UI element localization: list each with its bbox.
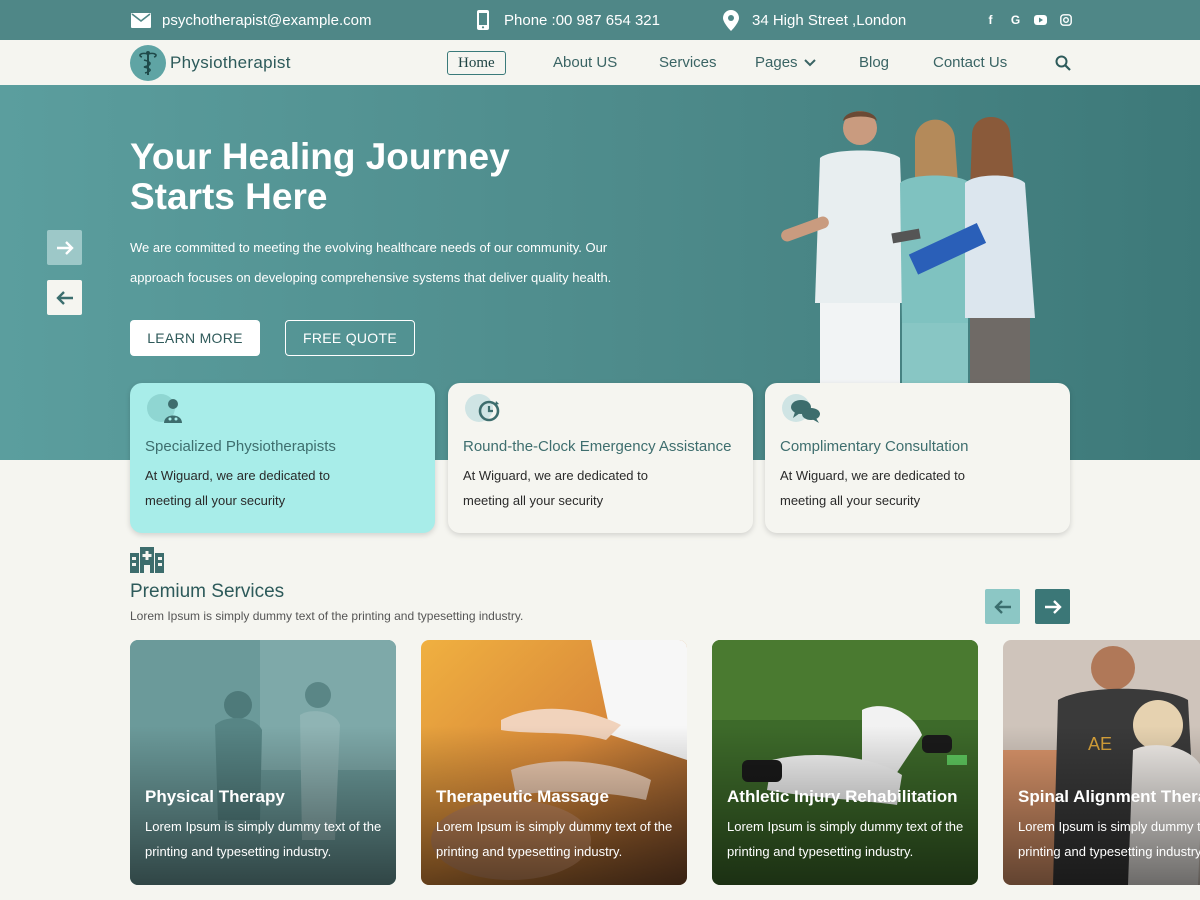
chat-bubbles-icon bbox=[782, 394, 820, 423]
service-title: Athletic Injury Rehabilitation bbox=[727, 787, 958, 806]
instagram-icon[interactable] bbox=[1059, 14, 1072, 27]
free-quote-button[interactable]: FREE QUOTE bbox=[285, 320, 415, 356]
feature-description: At Wiguard, we are dedicated to meeting … bbox=[145, 468, 330, 508]
brand-logo[interactable]: Physiotherapist bbox=[130, 45, 291, 81]
youtube-icon[interactable] bbox=[1034, 14, 1047, 27]
main-navigation: Physiotherapist Home About US Services P… bbox=[0, 40, 1200, 85]
feature-description: At Wiguard, we are dedicated to meeting … bbox=[780, 468, 965, 508]
feature-title: Specialized Physiotherapists bbox=[145, 438, 336, 455]
email-contact[interactable]: psychotherapist@example.com bbox=[130, 0, 372, 40]
nav-about[interactable]: About US bbox=[553, 40, 617, 85]
learn-more-button[interactable]: LEARN MORE bbox=[130, 320, 260, 356]
clock-icon bbox=[465, 394, 500, 422]
arrow-left-icon bbox=[993, 599, 1012, 614]
nav-contact[interactable]: Contact Us bbox=[933, 40, 1007, 85]
nav-pages[interactable]: Pages bbox=[755, 40, 816, 85]
phone-icon bbox=[472, 9, 494, 31]
nav-home[interactable]: Home bbox=[447, 51, 506, 75]
nav-services[interactable]: Services bbox=[659, 40, 717, 85]
nav-pages-label: Pages bbox=[755, 54, 798, 71]
service-description: Lorem Ipsum is simply dummy text of the … bbox=[145, 819, 382, 859]
hero-next-arrow[interactable] bbox=[47, 230, 82, 265]
feature-card-emergency[interactable]: Round-the-Clock Emergency Assistance At … bbox=[448, 383, 753, 533]
arrow-left-icon bbox=[55, 290, 74, 305]
mail-icon bbox=[130, 9, 152, 31]
arrow-right-icon bbox=[56, 240, 74, 255]
service-card-physical-therapy[interactable]: Physical Therapy Lorem Ipsum is simply d… bbox=[130, 640, 396, 885]
feature-title: Complimentary Consultation bbox=[780, 438, 969, 455]
service-description: Lorem Ipsum is simply dummy text of the … bbox=[436, 819, 673, 859]
service-card-spinal-alignment[interactable]: AE Spinal Alignment Therapy Lorem Ipsum … bbox=[1003, 640, 1200, 885]
chevron-down-icon bbox=[803, 58, 816, 67]
services-next-arrow[interactable] bbox=[1035, 589, 1070, 624]
service-title: Spinal Alignment Therapy bbox=[1018, 787, 1200, 806]
nav-blog[interactable]: Blog bbox=[859, 40, 889, 85]
feature-card-consultation[interactable]: Complimentary Consultation At Wiguard, w… bbox=[765, 383, 1070, 533]
top-info-bar: psychotherapist@example.com Phone :00 98… bbox=[0, 0, 1200, 40]
brand-name: Physiotherapist bbox=[170, 53, 291, 72]
doctor-icon bbox=[147, 394, 182, 423]
hero-description: We are committed to meeting the evolving… bbox=[130, 240, 612, 285]
services-prev-arrow[interactable] bbox=[985, 589, 1020, 624]
social-links: f G bbox=[984, 0, 1072, 40]
service-card-athletic-injury[interactable]: Athletic Injury Rehabilitation Lorem Ips… bbox=[712, 640, 978, 885]
feature-description: At Wiguard, we are dedicated to meeting … bbox=[463, 468, 648, 508]
phone-contact[interactable]: Phone :00 987 654 321 bbox=[472, 0, 660, 40]
address-contact: 34 High Street ,London bbox=[720, 0, 906, 40]
hospital-icon bbox=[130, 547, 164, 573]
search-icon[interactable] bbox=[1055, 55, 1071, 71]
address-text: 34 High Street ,London bbox=[752, 11, 907, 29]
feature-title: Round-the-Clock Emergency Assistance bbox=[463, 438, 732, 455]
hero-prev-arrow[interactable] bbox=[47, 280, 82, 315]
google-icon[interactable]: G bbox=[1009, 13, 1022, 27]
facebook-icon[interactable]: f bbox=[984, 13, 997, 27]
hero-title: Your Healing Journey Starts Here bbox=[130, 136, 510, 217]
location-pin-icon bbox=[720, 9, 742, 31]
phone-text: Phone :00 987 654 321 bbox=[504, 11, 660, 29]
service-card-massage[interactable]: Therapeutic Massage Lorem Ipsum is simpl… bbox=[421, 640, 687, 885]
services-title: Premium Services bbox=[130, 581, 285, 602]
service-description: Lorem Ipsum is simply dummy text of the … bbox=[727, 819, 964, 859]
services-subtitle: Lorem Ipsum is simply dummy text of the … bbox=[130, 609, 524, 623]
arrow-right-icon bbox=[1044, 599, 1062, 614]
email-text: psychotherapist@example.com bbox=[162, 11, 372, 29]
feature-card-physiotherapists[interactable]: Specialized Physiotherapists At Wiguard,… bbox=[130, 383, 435, 533]
caduceus-icon bbox=[130, 45, 166, 81]
service-description: Lorem Ipsum is simply dummy text of the … bbox=[1018, 819, 1200, 859]
service-title: Therapeutic Massage bbox=[436, 787, 609, 806]
service-title: Physical Therapy bbox=[145, 787, 285, 806]
